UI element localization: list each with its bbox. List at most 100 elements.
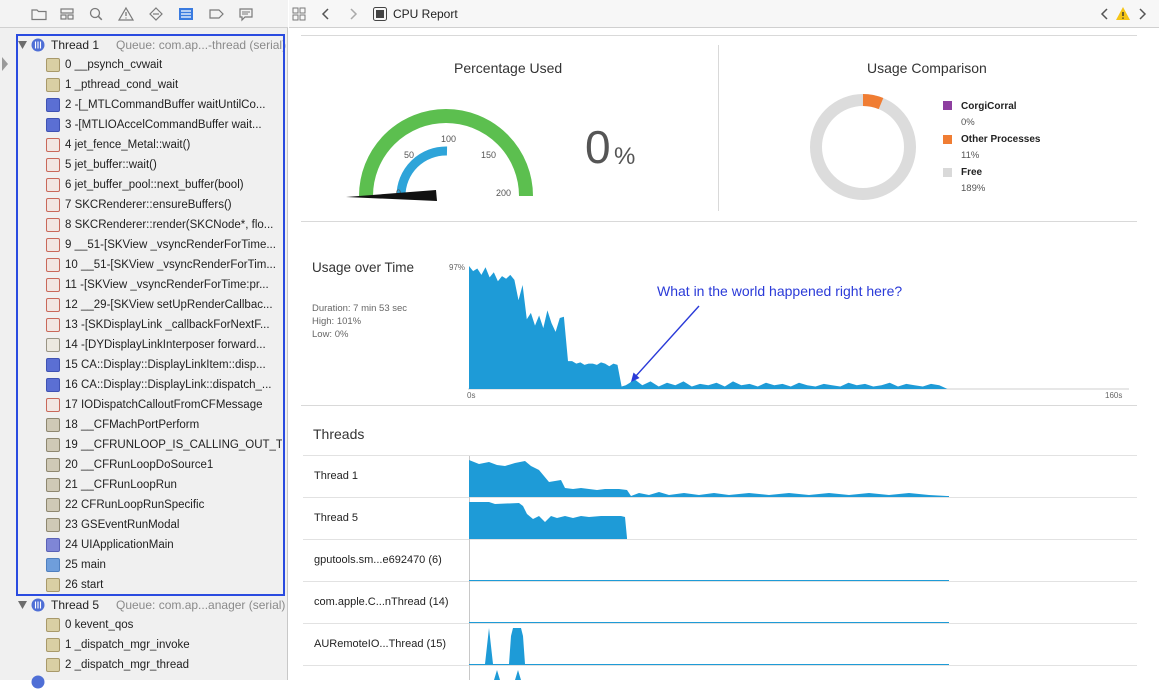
folder-icon[interactable]	[30, 6, 48, 22]
stack-frame-label: 15 CA::Display::DisplayLinkItem::disp...	[65, 359, 266, 371]
debug-navigator-icon[interactable]	[177, 6, 195, 22]
usage-donut	[810, 94, 916, 200]
stack-frame-row[interactable]: 7 SKCRenderer::ensureBuffers()	[46, 195, 282, 215]
duration-stat: Duration: 7 min 53 sec	[312, 303, 408, 314]
threads-sparklines	[469, 460, 949, 680]
stack-frame-row[interactable]: 13 -[SKDisplayLink _callbackForNextF...	[46, 315, 282, 335]
gauge-tick-label: 200	[496, 188, 511, 198]
legend-name: CorgiCorral	[961, 101, 1017, 112]
divider	[301, 221, 1137, 222]
stack-frame-row[interactable]: 21 __CFRunLoopRun	[46, 475, 282, 495]
stack-frame-label: 2 _dispatch_mgr_thread	[65, 659, 190, 671]
stack-frame-row[interactable]: 9 __51-[SKView _vsyncRenderForTime...	[46, 235, 282, 255]
cpp-icon	[46, 158, 60, 172]
stack-frame-row[interactable]: 1 _pthread_cond_wait	[46, 75, 282, 95]
jump-bar-title[interactable]: CPU Report	[393, 7, 458, 21]
user-icon	[46, 558, 60, 572]
divider	[718, 45, 719, 211]
gear-icon	[46, 78, 60, 92]
warning-icon[interactable]	[1115, 5, 1131, 23]
stack-frame-row[interactable]: 0 kevent_qos	[46, 615, 282, 635]
stack-frame-row[interactable]: 18 __CFMachPortPerform	[46, 415, 282, 435]
cpu-report-icon	[373, 7, 387, 21]
grid-icon[interactable]	[291, 5, 307, 23]
stack-frame-label: 16 CA::Display::DisplayLink::dispatch_..…	[65, 379, 272, 391]
stack-frame-row[interactable]: 12 __29-[SKView setUpRenderCallbac...	[46, 295, 282, 315]
high-stat: High: 101%	[312, 316, 362, 327]
report-icon[interactable]	[237, 6, 255, 22]
cpp-icon	[46, 138, 60, 152]
cpp-icon	[46, 318, 60, 332]
clock-icon	[46, 98, 60, 112]
y-max-label: 97%	[449, 263, 465, 272]
thread-icon	[31, 675, 45, 689]
stack-frame-row[interactable]: 20 __CFRunLoopDoSource1	[46, 455, 282, 475]
usage-over-time-chart: 97% 0s 160s	[449, 263, 1129, 400]
donut-free-ring	[810, 94, 916, 200]
stack-frame-row[interactable]: 4 jet_fence_Metal::wait()	[46, 135, 282, 155]
cpu-report-editor: CPU Report Percentage Used 0 50 100 150 …	[289, 0, 1159, 680]
percentage-unit: %	[614, 143, 636, 170]
hierarchy-icon[interactable]	[58, 6, 76, 22]
search-icon[interactable]	[87, 6, 105, 22]
stack-frame-row[interactable]: 6 jet_buffer_pool::next_buffer(bool)	[46, 175, 282, 195]
stack-frame-label: 24 UIApplicationMain	[65, 539, 174, 551]
stack-frame-label: 20 __CFRunLoopDoSource1	[65, 459, 214, 471]
stack-frame-label: 14 -[DYDisplayLinkInterposer forward...	[65, 339, 266, 351]
next-issue-icon[interactable]	[1136, 5, 1148, 23]
stack-frame-row[interactable]: 22 CFRunLoopRunSpecific	[46, 495, 282, 515]
forward-arrow-icon[interactable]	[347, 5, 359, 23]
list-icon	[46, 498, 60, 512]
stack-frame-row[interactable]: 15 CA::Display::DisplayLinkItem::disp...	[46, 355, 282, 375]
legend-name: Free	[961, 167, 983, 178]
gear-icon	[46, 658, 60, 672]
stack-frame-row[interactable]: 2 -[_MTLCommandBuffer waitUntilCo...	[46, 95, 282, 115]
stack-frame-row[interactable]: 3 -[MTLIOAccelCommandBuffer wait...	[46, 115, 282, 135]
breakpoint-icon[interactable]	[207, 6, 225, 22]
stack-frame-label: 5 jet_buffer::wait()	[65, 159, 157, 171]
x-start-label: 0s	[467, 391, 475, 400]
annotation-arrow-line	[634, 305, 700, 378]
stack-frame-label: 7 SKCRenderer::ensureBuffers()	[65, 199, 232, 211]
thread-row-label: gputools.sm...e692470 (6)	[314, 554, 442, 566]
stack-frame-row[interactable]: 23 GSEventRunModal	[46, 515, 282, 535]
stack-frame-row[interactable]: 17 IODispatchCalloutFromCFMessage	[46, 395, 282, 415]
stack-frame-label: 26 start	[65, 579, 104, 591]
cpp-icon	[46, 218, 60, 232]
usage-over-time-title: Usage over Time	[312, 260, 415, 275]
disclosure-triangle-icon[interactable]	[18, 41, 27, 49]
warning-icon[interactable]	[117, 6, 135, 22]
stack-frame-row[interactable]: 2 _dispatch_mgr_thread	[46, 655, 282, 675]
list-icon	[46, 458, 60, 472]
disclosure-triangle-icon[interactable]	[18, 601, 27, 609]
stack-frame-row[interactable]: 11 -[SKView _vsyncRenderForTime:pr...	[46, 275, 282, 295]
stack-frame-row[interactable]: 5 jet_buffer::wait()	[46, 155, 282, 175]
stack-frame-row[interactable]: 16 CA::Display::DisplayLink::dispatch_..…	[46, 375, 282, 395]
back-arrow-icon[interactable]	[320, 5, 332, 23]
cpp-icon	[46, 278, 60, 292]
gutter-triangle-icon	[2, 57, 8, 71]
stack-frame-label: 25 main	[65, 559, 106, 571]
stack-frame-row[interactable]: 8 SKCRenderer::render(SKCNode*, flo...	[46, 215, 282, 235]
thread-header[interactable]: Thread 1 Queue: com.ap...-thread (serial…	[16, 35, 286, 55]
stack-frame-row[interactable]: 1 _dispatch_mgr_invoke	[46, 635, 282, 655]
stack-frame-row[interactable]: 25 main	[46, 555, 282, 575]
stack-frame-row[interactable]: 0 __psynch_cvwait	[46, 55, 282, 75]
navigator-toolbar	[0, 0, 288, 28]
stack-frame-label: 12 __29-[SKView setUpRenderCallbac...	[65, 299, 273, 311]
test-diamond-icon[interactable]	[147, 6, 165, 22]
percentage-used-title: Percentage Used	[454, 60, 563, 76]
stack-frame-label: 9 __51-[SKView _vsyncRenderForTime...	[65, 239, 276, 251]
stack-frame-row[interactable]: 26 start	[46, 575, 282, 595]
thread-1-tail-sparkline	[631, 492, 947, 496]
previous-issue-icon[interactable]	[1099, 5, 1111, 23]
stack-frame-row[interactable]: 14 -[DYDisplayLinkInterposer forward...	[46, 335, 282, 355]
stack-frame-label: 0 __psynch_cvwait	[65, 59, 163, 71]
stack-frame-row[interactable]: 10 __51-[SKView _vsyncRenderForTim...	[46, 255, 282, 275]
thread-header[interactable]: Thread 5 Queue: com.ap...anager (serial)	[16, 595, 286, 615]
percentage-value: 0	[585, 121, 611, 173]
stack-frame-row[interactable]: 24 UIApplicationMain	[46, 535, 282, 555]
stack-frame-label: 22 CFRunLoopRunSpecific	[65, 499, 205, 511]
thread-queue: Queue: com.ap...anager (serial)	[116, 598, 286, 612]
stack-frame-row[interactable]: 19 __CFRUNLOOP_IS_CALLING_OUT_T...	[46, 435, 282, 455]
